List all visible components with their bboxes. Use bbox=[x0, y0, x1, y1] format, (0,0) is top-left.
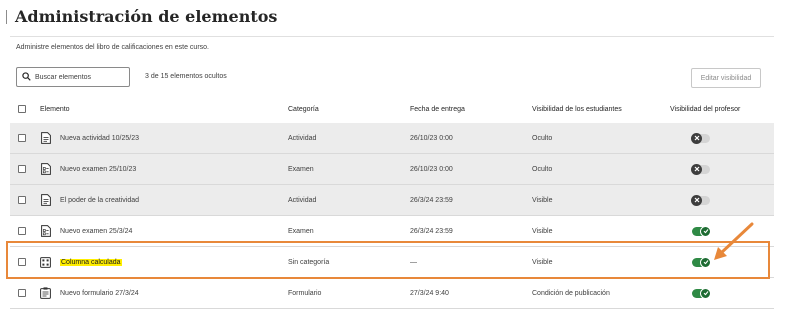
teacher-visibility-toggle[interactable] bbox=[692, 287, 711, 299]
item-category: Actividad bbox=[288, 134, 317, 142]
close-icon bbox=[691, 163, 702, 175]
item-category: Formulario bbox=[288, 289, 322, 297]
teacher-visibility-toggle[interactable] bbox=[691, 194, 710, 206]
document-icon bbox=[40, 194, 51, 206]
item-name[interactable]: Nuevo examen 25/10/23 bbox=[60, 166, 136, 173]
item-student-visibility: Oculto bbox=[532, 165, 553, 173]
header-due-date[interactable]: Fecha de entrega bbox=[410, 106, 465, 113]
row-checkbox[interactable] bbox=[18, 227, 26, 235]
item-category: Examen bbox=[288, 165, 314, 173]
item-student-visibility: Visible bbox=[532, 196, 553, 204]
form-icon bbox=[40, 287, 51, 299]
title-accent-bar bbox=[6, 10, 7, 24]
search-icon bbox=[22, 68, 31, 86]
item-category: Examen bbox=[288, 227, 314, 235]
divider bbox=[10, 36, 774, 37]
item-due-date: 26/10/23 0:00 bbox=[410, 134, 453, 142]
test-icon bbox=[40, 225, 51, 237]
item-student-visibility: Oculto bbox=[532, 134, 553, 142]
item-category: Actividad bbox=[288, 196, 317, 204]
search-box[interactable] bbox=[16, 67, 130, 87]
table-row: El poder de la creatividad Actividad 26/… bbox=[10, 185, 774, 216]
table-row: Nuevo examen 25/10/23 Examen 26/10/23 0:… bbox=[10, 154, 774, 185]
item-name[interactable]: Nuevo formulario 27/3/24 bbox=[60, 290, 139, 297]
annotation-highlight-box bbox=[6, 241, 770, 279]
header-category[interactable]: Categoría bbox=[288, 106, 319, 113]
item-student-visibility: Visible bbox=[532, 227, 553, 235]
document-icon bbox=[40, 132, 51, 144]
teacher-visibility-toggle[interactable] bbox=[691, 132, 710, 144]
item-due-date: 26/3/24 23:59 bbox=[410, 196, 453, 204]
item-due-date: 26/10/23 0:00 bbox=[410, 165, 453, 173]
item-due-date: 27/3/24 9:40 bbox=[410, 289, 449, 297]
header-student-visibility[interactable]: Visibilidad de los estudiantes bbox=[532, 106, 622, 113]
teacher-visibility-toggle[interactable] bbox=[691, 163, 710, 175]
check-icon bbox=[700, 287, 711, 299]
row-checkbox[interactable] bbox=[18, 289, 26, 297]
search-input[interactable] bbox=[35, 73, 125, 81]
header-element[interactable]: Elemento bbox=[40, 106, 70, 113]
table-row: Nueva actividad 10/25/23 Actividad 26/10… bbox=[10, 123, 774, 154]
item-student-visibility: Condición de publicación bbox=[532, 289, 610, 297]
table-row: Nuevo formulario 27/3/24 Formulario 27/3… bbox=[10, 278, 774, 309]
select-all-checkbox[interactable] bbox=[18, 105, 26, 113]
header-teacher-visibility[interactable]: Visibilidad del profesor bbox=[670, 106, 740, 113]
item-due-date: 26/3/24 23:59 bbox=[410, 227, 453, 235]
close-icon bbox=[691, 194, 702, 206]
edit-visibility-button[interactable]: Editar visibilidad bbox=[691, 68, 761, 88]
row-checkbox[interactable] bbox=[18, 165, 26, 173]
page-description: Administre elementos del libro de califi… bbox=[16, 44, 209, 51]
test-icon bbox=[40, 163, 51, 175]
item-name[interactable]: El poder de la creatividad bbox=[60, 197, 139, 204]
close-icon bbox=[691, 132, 702, 144]
row-checkbox[interactable] bbox=[18, 196, 26, 204]
annotation-arrow-icon bbox=[714, 222, 754, 260]
item-name[interactable]: Nueva actividad 10/25/23 bbox=[60, 135, 139, 142]
item-name[interactable]: Nuevo examen 25/3/24 bbox=[60, 228, 132, 235]
page-title: Administración de elementos bbox=[15, 7, 278, 26]
table-header: Elemento Categoría Fecha de entrega Visi… bbox=[10, 96, 774, 122]
row-checkbox[interactable] bbox=[18, 134, 26, 142]
hidden-items-count: 3 de 15 elementos ocultos bbox=[145, 73, 227, 80]
